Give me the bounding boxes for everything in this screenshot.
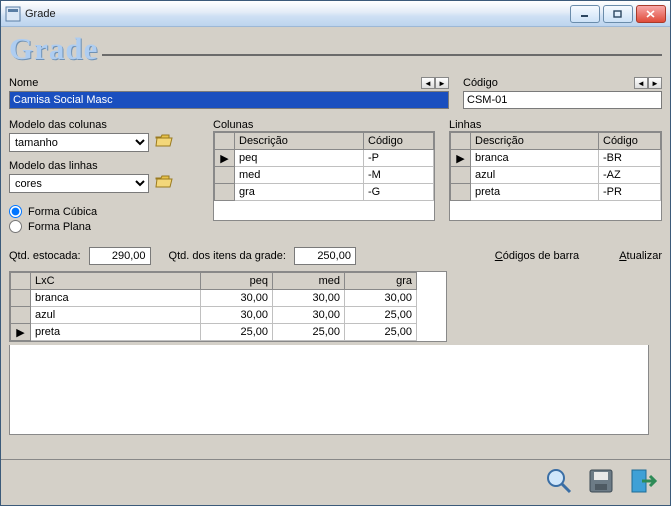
floppy-icon <box>586 466 616 499</box>
table-row: gra-G <box>215 184 434 201</box>
table-row: ▶peq-P <box>215 150 434 167</box>
magnifier-icon <box>544 466 574 499</box>
table-row: med-M <box>215 167 434 184</box>
table-row: ▶branca-BR <box>451 150 661 167</box>
table-row: branca30,0030,0030,00 <box>11 290 417 307</box>
linhas-grid[interactable]: Descrição Código ▶branca-BR azul-AZ pret… <box>449 131 662 221</box>
atualizar-link[interactable]: Atualizar <box>619 250 662 262</box>
app-icon <box>5 6 21 22</box>
close-button[interactable] <box>636 5 666 23</box>
folder-open-icon <box>155 174 173 193</box>
nome-prev-button[interactable]: ◄ <box>421 77 435 89</box>
codigo-input[interactable] <box>463 91 662 109</box>
table-row: ▶preta25,0025,0025,00 <box>11 324 417 341</box>
nome-label: Nome <box>9 77 38 89</box>
colunas-header-desc: Descrição <box>235 133 364 150</box>
modelo-colunas-label: Modelo das colunas <box>9 119 199 131</box>
maximize-button[interactable] <box>603 5 633 23</box>
table-row: azul30,0030,0025,00 <box>11 307 417 324</box>
window-title: Grade <box>25 8 56 20</box>
qtd-itens-value[interactable] <box>294 247 356 265</box>
codigo-label: Código <box>463 77 498 89</box>
colunas-grid[interactable]: Descrição Código ▶peq-P med-M gra-G <box>213 131 435 221</box>
minimize-button[interactable] <box>570 5 600 23</box>
modelo-linhas-open-button[interactable] <box>153 175 175 193</box>
footer-toolbar <box>1 459 670 505</box>
forma-plana-label: Forma Plana <box>28 221 91 233</box>
modelo-colunas-open-button[interactable] <box>153 134 175 152</box>
exit-button[interactable] <box>626 466 660 500</box>
qtd-estocada-value[interactable] <box>89 247 151 265</box>
app-window: Grade Grade Nome ◄ ► <box>0 0 671 506</box>
linhas-header-cod: Código <box>599 133 661 150</box>
modelo-colunas-select[interactable]: tamanho <box>9 133 149 152</box>
page-title: Grade <box>9 31 98 67</box>
maingrid-corner: LxC <box>31 273 201 290</box>
grid-whitespace <box>9 345 649 435</box>
codigos-de-barra-link[interactable]: Códigos de barra <box>495 250 579 262</box>
content-area: Grade Nome ◄ ► Código ◄ <box>1 27 670 459</box>
exit-icon <box>628 466 658 499</box>
modelo-linhas-select[interactable]: cores <box>9 174 149 193</box>
codigo-prev-button[interactable]: ◄ <box>634 77 648 89</box>
modelo-linhas-label: Modelo das linhas <box>9 160 199 172</box>
colunas-legend: Colunas <box>213 119 253 131</box>
table-row: azul-AZ <box>451 167 661 184</box>
qtd-itens-label: Qtd. dos itens da grade: <box>169 250 286 262</box>
forma-cubica-radio[interactable] <box>9 205 22 218</box>
nome-input[interactable] <box>9 91 449 109</box>
forma-plana-radio[interactable] <box>9 220 22 233</box>
main-grid[interactable]: LxC peq med gra branca30,0030,0030,00 az… <box>9 271 447 342</box>
colunas-header-cod: Código <box>364 133 434 150</box>
nome-next-button[interactable]: ► <box>435 77 449 89</box>
search-button[interactable] <box>542 466 576 500</box>
linhas-legend: Linhas <box>449 119 481 131</box>
save-button[interactable] <box>584 466 618 500</box>
codigo-next-button[interactable]: ► <box>648 77 662 89</box>
forma-cubica-label: Forma Cúbica <box>28 206 97 218</box>
linhas-header-desc: Descrição <box>471 133 599 150</box>
qtd-estocada-label: Qtd. estocada: <box>9 250 81 262</box>
folder-open-icon <box>155 133 173 152</box>
titlebar: Grade <box>1 1 670 27</box>
table-row: preta-PR <box>451 184 661 201</box>
